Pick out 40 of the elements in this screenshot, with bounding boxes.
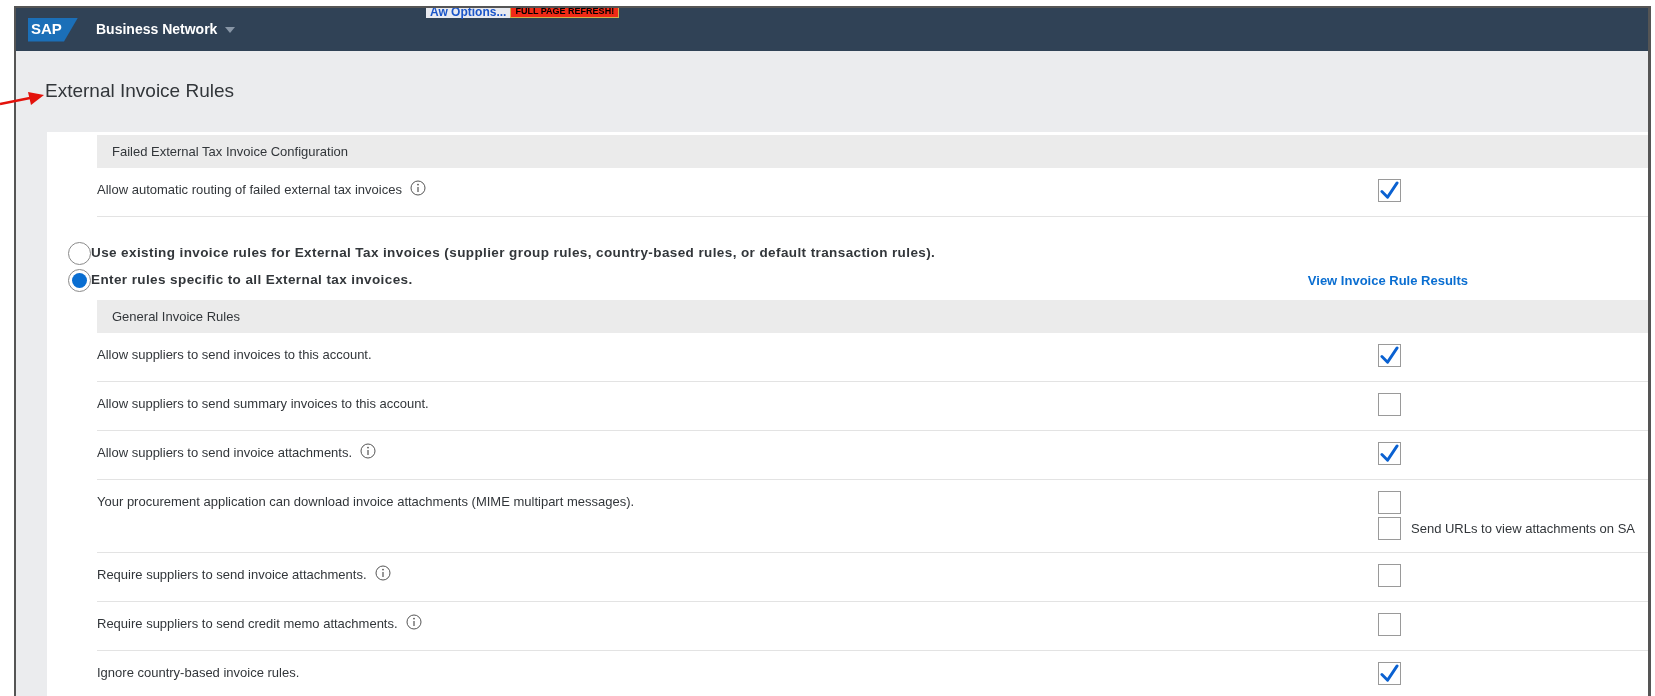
checkbox[interactable] [1378, 662, 1401, 685]
page-title: External Invoice Rules [45, 79, 235, 104]
logo: SAP [28, 17, 78, 42]
checkbox[interactable] [1378, 179, 1401, 202]
option-label: Send URLs to view attachments on SA [1411, 519, 1635, 538]
info-icon[interactable] [405, 614, 422, 630]
checkmark-icon [1380, 181, 1399, 200]
checkbox[interactable] [1378, 564, 1401, 587]
checkbox[interactable] [1378, 517, 1401, 540]
product-menu[interactable]: Business Network [96, 19, 236, 40]
rule-label: Allow automatic routing of failed external tax invoices [97, 181, 402, 199]
results-link[interactable]: View Invoice Rule Results [1307, 270, 1468, 291]
checkbox[interactable] [1378, 344, 1401, 367]
radio-button[interactable] [68, 269, 91, 292]
radio-label: Use existing invoice rules for External Tax invoices (supplier group rules, country-based rules, or default transaction rules). [91, 244, 936, 263]
checkmark-icon [1380, 444, 1399, 463]
options-button[interactable]: Aw Options... [426, 8, 511, 18]
rule-label: Allow suppliers to send invoices to this account. [97, 346, 372, 364]
checkmark-icon [1380, 346, 1399, 365]
annotation-arrow [0, 90, 44, 108]
rule-label: Allow suppliers to send summary invoices to this account. [97, 395, 429, 413]
radio-button[interactable] [68, 242, 91, 265]
info-icon[interactable] [374, 565, 391, 581]
checkbox[interactable] [1378, 393, 1401, 416]
radio-label: Enter rules specific to all External tax invoices. [91, 271, 413, 290]
caret-icon [225, 26, 236, 33]
rule-label: Your procurement application can download invoice attachments (MIME multipart messages). [97, 493, 635, 511]
section-header: General Invoice Rules [97, 300, 1648, 333]
checkbox[interactable] [1378, 442, 1401, 465]
rule-label: Ignore country-based invoice rules. [97, 664, 300, 682]
info-icon[interactable] [409, 180, 426, 196]
rule-label: Require suppliers to send invoice attachments. [97, 566, 367, 584]
rule-label: Require suppliers to send credit memo attachments. [97, 615, 398, 633]
refresh-button[interactable]: FULL PAGE REFRESH! [510, 8, 620, 18]
section-header: Failed External Tax Invoice Configuration [97, 135, 1648, 168]
checkmark-icon [1380, 664, 1399, 683]
rule-label: Allow suppliers to send invoice attachments. [97, 444, 353, 462]
checkbox[interactable] [1378, 491, 1401, 514]
checkbox[interactable] [1378, 613, 1401, 636]
info-icon[interactable] [360, 443, 377, 459]
